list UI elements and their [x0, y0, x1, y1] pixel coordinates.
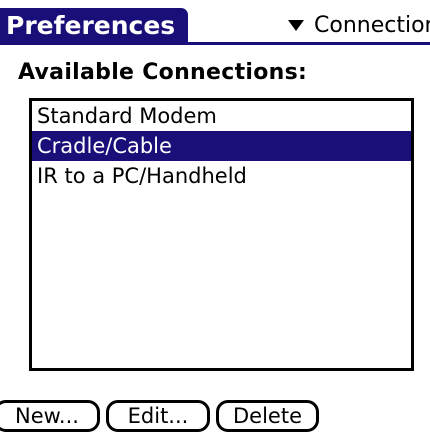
triangle-down-icon[interactable]	[288, 19, 304, 31]
app-title[interactable]: Preferences	[0, 8, 188, 44]
list-item-cradle-cable[interactable]: Cradle/Cable	[32, 131, 411, 161]
title-bar: Preferences Connection	[0, 8, 430, 46]
title-underline	[0, 42, 430, 45]
connections-list[interactable]: Standard Modem Cradle/Cable IR to a PC/H…	[29, 98, 414, 371]
list-item-ir-to-pc-handheld[interactable]: IR to a PC/Handheld	[32, 161, 411, 191]
delete-button[interactable]: Delete	[216, 400, 319, 432]
edit-button[interactable]: Edit...	[106, 400, 210, 432]
new-button[interactable]: New...	[0, 400, 100, 432]
category-label[interactable]: Connection	[314, 13, 430, 38]
category-picker[interactable]: Connection	[288, 8, 430, 42]
list-item-standard-modem[interactable]: Standard Modem	[32, 101, 411, 131]
available-connections-heading: Available Connections:	[18, 60, 308, 85]
